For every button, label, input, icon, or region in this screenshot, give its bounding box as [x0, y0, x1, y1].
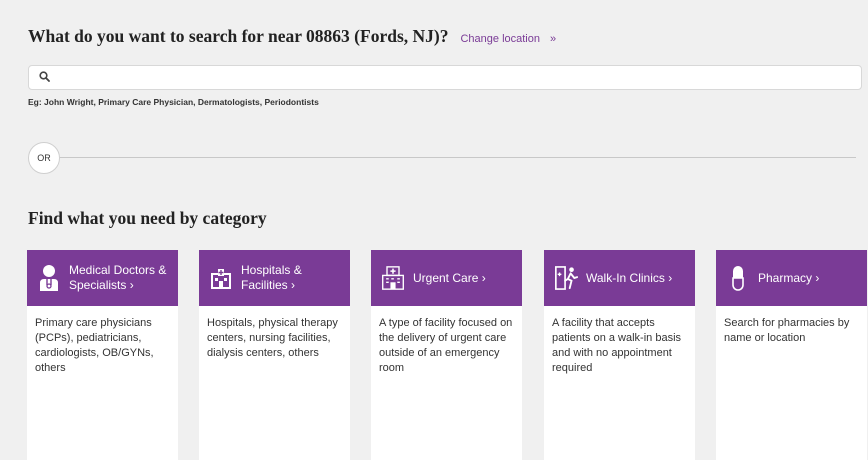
change-location-label: Change location [460, 33, 540, 45]
hospital-icon [209, 263, 233, 293]
card-hospitals[interactable]: Hospitals & Facilities › Hospitals, phys… [199, 250, 350, 460]
change-location-link[interactable]: Change location » [460, 33, 556, 45]
card-header: Medical Doctors & Specialists › [27, 250, 178, 306]
card-title-line: Medical Doctors & [69, 263, 167, 277]
card-title: Medical Doctors & Specialists › [69, 263, 166, 293]
card-title-line: Pharmacy › [758, 270, 820, 285]
card-title: Pharmacy › [758, 271, 819, 286]
search-box[interactable] [28, 65, 862, 90]
card-title-line: Specialists › [69, 278, 134, 292]
card-header: Pharmacy › [716, 250, 867, 306]
card-title-line: Walk-In Clinics › [586, 270, 673, 285]
card-urgent-care[interactable]: Urgent Care › A type of facility focused… [371, 250, 522, 460]
or-label: OR [28, 142, 60, 174]
urgent-care-icon [381, 263, 405, 293]
card-description: Search for pharmacies by name or locatio… [724, 317, 850, 344]
card-description: Hospitals, physical therapy centers, nur… [207, 317, 338, 359]
search-input[interactable] [58, 66, 861, 89]
card-header: Urgent Care › [371, 250, 522, 306]
card-title-line: Hospitals & [241, 263, 302, 277]
double-chevron-icon: » [550, 33, 557, 45]
card-description: A facility that accepts patients on a wa… [552, 317, 682, 374]
divider-line [58, 157, 856, 158]
card-header: Walk-In Clinics › [544, 250, 695, 306]
card-title: Urgent Care › [413, 271, 486, 286]
card-title: Walk-In Clinics › [586, 271, 672, 286]
pill-icon [726, 263, 750, 293]
card-description: A type of facility focused on the delive… [379, 317, 513, 374]
doctor-icon [37, 263, 61, 293]
or-divider: OR [28, 142, 856, 174]
card-medical-doctors[interactable]: Medical Doctors & Specialists › Primary … [27, 250, 178, 460]
card-pharmacy[interactable]: Pharmacy › Search for pharmacies by name… [716, 250, 867, 460]
search-heading: What do you want to search for near 0886… [28, 26, 556, 47]
card-header: Hospitals & Facilities › [199, 250, 350, 306]
card-description: Primary care physicians (PCPs), pediatri… [35, 317, 154, 374]
page-title: What do you want to search for near 0886… [28, 26, 449, 46]
card-title-line: Facilities › [241, 278, 296, 292]
category-heading: Find what you need by category [28, 208, 267, 228]
card-title-line: Urgent Care › [413, 270, 486, 285]
card-walk-in-clinics[interactable]: Walk-In Clinics › A facility that accept… [544, 250, 695, 460]
card-title: Hospitals & Facilities › [241, 263, 302, 293]
search-example-hint: Eg: John Wright, Primary Care Physician,… [28, 97, 319, 107]
walk-in-icon [554, 263, 578, 293]
search-icon [39, 69, 50, 87]
